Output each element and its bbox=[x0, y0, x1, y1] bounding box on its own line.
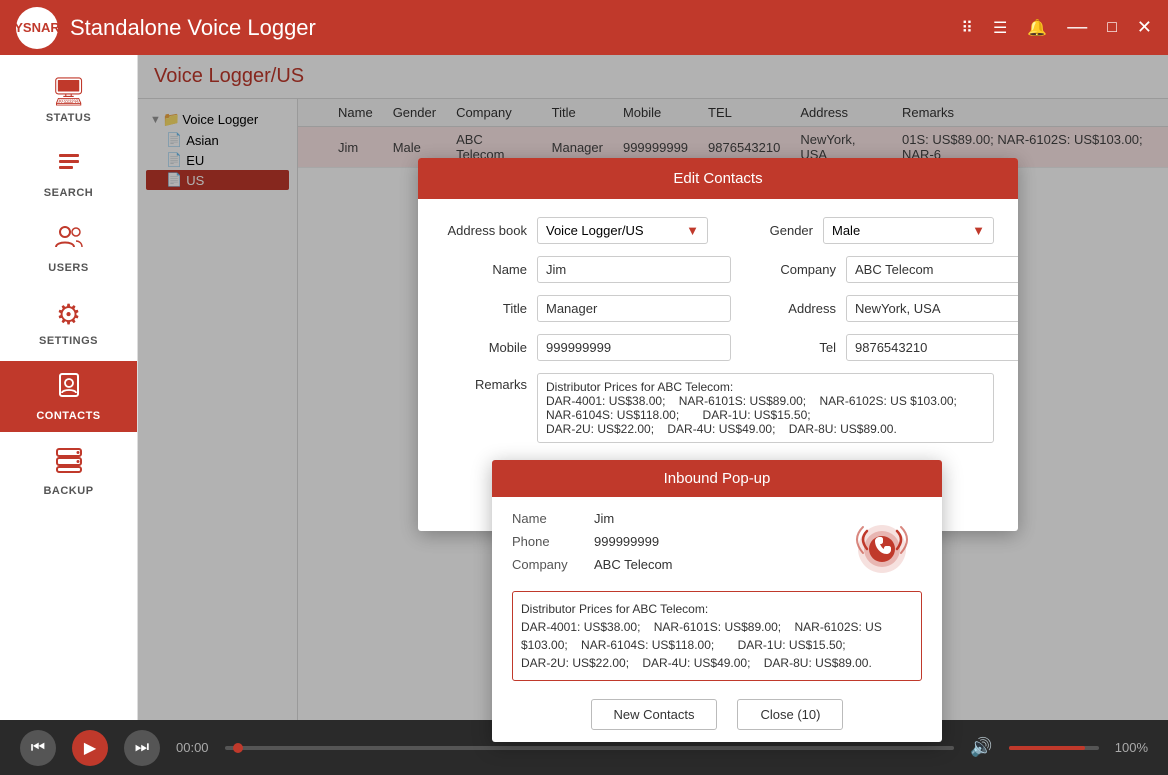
tel-label: Tel bbox=[751, 340, 836, 355]
inbound-notes: Distributor Prices for ABC Telecom:DAR-4… bbox=[512, 591, 922, 681]
sidebar-item-backup[interactable]: BACKUP bbox=[0, 436, 137, 507]
edit-dialog-body: Address book Voice Logger/US ▼ Gender Ma… bbox=[418, 199, 1018, 473]
volume-bar[interactable] bbox=[1009, 746, 1099, 750]
sidebar: 🖥 STATUS SEARCH USERS ⚙ SETTINGS CONTACT… bbox=[0, 55, 138, 720]
sidebar-item-status[interactable]: 🖥 STATUS bbox=[0, 65, 137, 134]
minimize-icon[interactable]: — bbox=[1067, 16, 1087, 39]
sidebar-label-contacts: CONTACTS bbox=[36, 410, 100, 422]
name-label: Name bbox=[442, 262, 527, 277]
sidebar-item-users[interactable]: USERS bbox=[0, 213, 137, 284]
sidebar-label-status: STATUS bbox=[46, 112, 91, 124]
title-input[interactable] bbox=[537, 295, 731, 322]
app-title: Standalone Voice Logger bbox=[70, 15, 949, 41]
inbound-phone-icon-area bbox=[842, 511, 922, 581]
next-button[interactable]: ⏭ bbox=[124, 730, 160, 766]
inbound-name-row: Name Jim bbox=[512, 511, 826, 526]
company-input[interactable] bbox=[846, 256, 1018, 283]
maximize-icon[interactable]: □ bbox=[1107, 19, 1117, 37]
sidebar-item-search[interactable]: SEARCH bbox=[0, 138, 137, 209]
new-contacts-button[interactable]: New Contacts bbox=[591, 699, 718, 730]
form-row-1: Address book Voice Logger/US ▼ Gender Ma… bbox=[442, 217, 994, 244]
inbound-footer: New Contacts Close (10) bbox=[492, 691, 942, 742]
logo-text: YSNAR bbox=[14, 20, 60, 35]
inbound-header: Inbound Pop-up bbox=[492, 460, 942, 497]
list-icon[interactable]: ☰ bbox=[993, 18, 1007, 38]
form-group-gender: Gender Male ▼ bbox=[728, 217, 994, 244]
sidebar-label-backup: BACKUP bbox=[43, 485, 93, 497]
titlebar: YSNAR Standalone Voice Logger ⠿ ☰ 🔔 — □ … bbox=[0, 0, 1168, 55]
form-group-address-book: Address book Voice Logger/US ▼ bbox=[442, 217, 708, 244]
gender-label: Gender bbox=[728, 223, 813, 238]
form-group-mobile: Mobile bbox=[442, 334, 731, 361]
play-button[interactable]: ▶ bbox=[72, 730, 108, 766]
title-label: Title bbox=[442, 301, 527, 316]
inbound-body: Name Jim Phone 999999999 Company ABC Tel… bbox=[492, 497, 942, 591]
name-input[interactable] bbox=[537, 256, 731, 283]
address-input[interactable] bbox=[846, 295, 1018, 322]
form-group-company: Company bbox=[751, 256, 1018, 283]
inbound-company-label: Company bbox=[512, 557, 582, 572]
search-icon bbox=[55, 148, 83, 183]
time-display: 00:00 bbox=[176, 740, 209, 755]
address-book-value: Voice Logger/US bbox=[546, 223, 644, 238]
remarks-textarea[interactable]: Distributor Prices for ABC Telecom: DAR-… bbox=[537, 373, 994, 443]
settings-icon: ⚙ bbox=[56, 298, 81, 331]
form-row-remarks: Remarks Distributor Prices for ABC Telec… bbox=[442, 373, 994, 443]
app-logo: YSNAR bbox=[16, 7, 58, 49]
grid-icon[interactable]: ⠿ bbox=[961, 18, 973, 38]
form-group-title: Title bbox=[442, 295, 731, 322]
progress-bar[interactable] bbox=[225, 746, 955, 750]
inbound-phone-value: 999999999 bbox=[594, 534, 659, 549]
inbound-name-label: Name bbox=[512, 511, 582, 526]
inbound-company-row: Company ABC Telecom bbox=[512, 557, 826, 572]
mobile-input[interactable] bbox=[537, 334, 731, 361]
prev-button[interactable]: ⏮ bbox=[20, 730, 56, 766]
close-popup-button[interactable]: Close (10) bbox=[737, 699, 843, 730]
address-label: Address bbox=[751, 301, 836, 316]
form-group-name: Name bbox=[442, 256, 731, 283]
sidebar-label-settings: SETTINGS bbox=[39, 335, 98, 347]
close-icon[interactable]: ✕ bbox=[1137, 17, 1152, 38]
gender-select[interactable]: Male ▼ bbox=[823, 217, 994, 244]
address-book-arrow-icon: ▼ bbox=[686, 223, 699, 238]
volume-fill bbox=[1009, 746, 1086, 750]
address-book-label: Address book bbox=[442, 223, 527, 238]
inbound-phone-row: Phone 999999999 bbox=[512, 534, 826, 549]
volume-percent: 100% bbox=[1115, 740, 1148, 755]
inbound-phone-label: Phone bbox=[512, 534, 582, 549]
volume-icon[interactable]: 🔊 bbox=[970, 737, 992, 758]
backup-icon bbox=[54, 446, 84, 481]
sidebar-item-settings[interactable]: ⚙ SETTINGS bbox=[0, 288, 137, 357]
form-group-tel: Tel bbox=[751, 334, 1018, 361]
company-label: Company bbox=[751, 262, 836, 277]
remarks-label: Remarks bbox=[442, 373, 527, 392]
inbound-popup-dialog: Inbound Pop-up Name Jim Phone 999999999 … bbox=[492, 460, 942, 742]
contacts-icon bbox=[54, 371, 84, 406]
window-controls: ⠿ ☰ 🔔 — □ ✕ bbox=[961, 16, 1152, 39]
sidebar-label-search: SEARCH bbox=[44, 187, 93, 199]
ringing-phone-icon bbox=[847, 511, 917, 581]
address-book-select[interactable]: Voice Logger/US ▼ bbox=[537, 217, 708, 244]
inbound-info: Name Jim Phone 999999999 Company ABC Tel… bbox=[512, 511, 826, 581]
monitor-icon: 🖥 bbox=[51, 75, 87, 108]
form-row-2: Name Company bbox=[442, 256, 994, 283]
inbound-company-value: ABC Telecom bbox=[594, 557, 673, 572]
form-row-4: Mobile Tel bbox=[442, 334, 994, 361]
bell-icon[interactable]: 🔔 bbox=[1027, 18, 1047, 38]
inbound-name-value: Jim bbox=[594, 511, 614, 526]
edit-dialog-header: Edit Contacts bbox=[418, 158, 1018, 199]
tel-input[interactable] bbox=[846, 334, 1018, 361]
sidebar-label-users: USERS bbox=[48, 262, 88, 274]
gender-value: Male bbox=[832, 223, 860, 238]
form-group-address: Address bbox=[751, 295, 1018, 322]
users-icon bbox=[54, 223, 84, 258]
mobile-label: Mobile bbox=[442, 340, 527, 355]
form-row-3: Title Address bbox=[442, 295, 994, 322]
inbound-notes-text: Distributor Prices for ABC Telecom:DAR-4… bbox=[521, 602, 882, 670]
gender-arrow-icon: ▼ bbox=[972, 223, 985, 238]
progress-indicator bbox=[233, 743, 243, 753]
sidebar-item-contacts[interactable]: CONTACTS bbox=[0, 361, 137, 432]
